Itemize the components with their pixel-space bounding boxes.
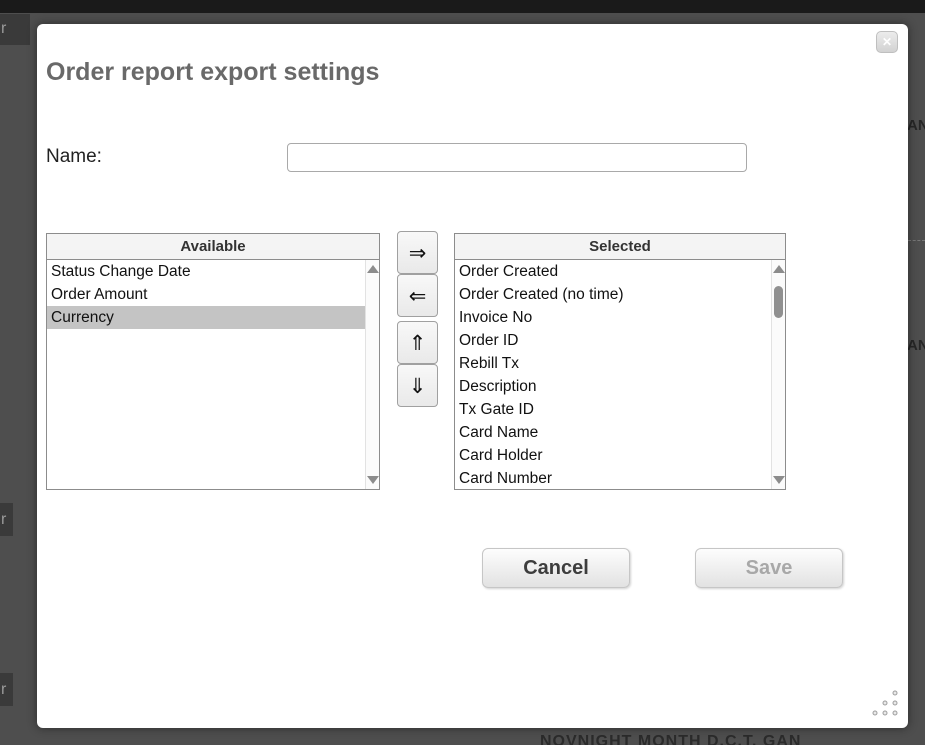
background-text-fragment: NOVNIGHT MONTH D.C.T. GAN <box>540 733 801 745</box>
background-text-fragment: AN <box>907 337 925 354</box>
selected-list-header: Selected <box>454 233 786 259</box>
available-scrollbar[interactable] <box>365 260 379 489</box>
list-item[interactable]: Rebill Tx <box>455 352 771 375</box>
list-item[interactable]: Card Number <box>455 467 771 489</box>
background-tab-bottom-label: r <box>1 681 6 699</box>
background-divider <box>908 240 925 241</box>
list-item[interactable]: Status Change Date <box>47 260 365 283</box>
dialog-title: Order report export settings <box>46 58 379 87</box>
move-down-button[interactable]: ⇓ <box>397 364 438 407</box>
double-arrow-right-icon: ⇒ <box>409 241 427 265</box>
background-tab-top: r <box>0 14 30 45</box>
available-list-items: Status Change DateOrder AmountCurrency <box>47 260 365 489</box>
list-item[interactable]: Order Created <box>455 260 771 283</box>
move-right-button[interactable]: ⇒ <box>397 231 438 274</box>
list-item[interactable]: Order ID <box>455 329 771 352</box>
selected-scrollbar[interactable] <box>771 260 785 489</box>
double-arrow-up-icon: ⇑ <box>409 331 427 355</box>
list-item[interactable]: Description <box>455 375 771 398</box>
background-tab-middle: r <box>0 503 13 536</box>
move-up-button[interactable]: ⇑ <box>397 321 438 364</box>
save-button[interactable]: Save <box>695 548 843 588</box>
list-item[interactable]: Card Holder <box>455 444 771 467</box>
selected-list-items: Order CreatedOrder Created (no time)Invo… <box>455 260 771 489</box>
list-item[interactable]: Order Amount <box>47 283 365 306</box>
scroll-up-icon[interactable] <box>367 265 379 273</box>
move-left-button[interactable]: ⇐ <box>397 274 438 317</box>
double-arrow-down-icon: ⇓ <box>409 374 427 398</box>
name-label: Name: <box>46 146 102 168</box>
close-button[interactable]: ✕ <box>876 31 898 53</box>
list-item[interactable]: Order Created (no time) <box>455 283 771 306</box>
export-settings-dialog: ✕ Order report export settings Name: Ava… <box>37 24 908 728</box>
resize-grip-icon[interactable] <box>870 688 900 718</box>
available-list-header: Available <box>46 233 380 259</box>
cancel-button[interactable]: Cancel <box>482 548 630 588</box>
available-list[interactable]: Status Change DateOrder AmountCurrency <box>46 259 380 490</box>
scroll-up-icon[interactable] <box>773 265 785 273</box>
background-top-bar <box>0 0 925 13</box>
list-item[interactable]: Currency <box>47 306 365 329</box>
background-tab-bottom: r <box>0 673 13 706</box>
close-icon: ✕ <box>882 35 892 49</box>
selected-list[interactable]: Order CreatedOrder Created (no time)Invo… <box>454 259 786 490</box>
double-arrow-left-icon: ⇐ <box>409 284 427 308</box>
list-item[interactable]: Card Name <box>455 421 771 444</box>
scroll-down-icon[interactable] <box>773 476 785 484</box>
background-tab-middle-label: r <box>1 511 6 529</box>
list-item[interactable]: Tx Gate ID <box>455 398 771 421</box>
list-item[interactable]: Invoice No <box>455 306 771 329</box>
name-input[interactable] <box>287 143 747 172</box>
scroll-down-icon[interactable] <box>367 476 379 484</box>
background-text-fragment: AN <box>907 117 925 134</box>
background-tab-top-label: r <box>1 20 6 38</box>
scrollbar-thumb[interactable] <box>774 286 783 318</box>
